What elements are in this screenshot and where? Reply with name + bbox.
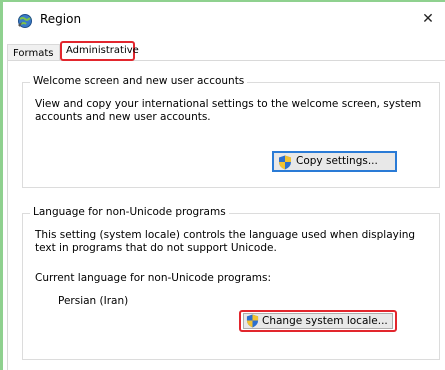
title-bar: Region ✕ [3,2,445,36]
tab-administrative[interactable]: Administrative [60,41,139,61]
copy-settings-button[interactable]: Copy settings... [272,151,397,172]
welcome-group-title: Welcome screen and new user accounts [30,75,248,87]
tab-formats[interactable]: Formats [7,44,60,61]
copy-settings-label: Copy settings... [296,155,378,167]
current-language-label: Current language for non-Unicode program… [35,272,272,284]
non-unicode-group-title: Language for non-Unicode programs [30,206,229,218]
change-system-locale-label: Change system locale... [262,315,388,327]
window-edge-left [0,0,3,370]
welcome-screen-group: Welcome screen and new user accounts Vie… [22,75,440,188]
change-locale-highlight: Change system locale... [239,310,397,332]
window-title: Region [40,12,82,26]
uac-shield-icon [279,155,291,170]
welcome-group-description: View and copy your international setting… [35,98,422,123]
uac-shield-icon [246,314,259,328]
change-system-locale-button[interactable]: Change system locale... [243,313,393,329]
non-unicode-group: Language for non-Unicode programs This s… [22,206,440,360]
region-globe-icon [18,14,32,28]
non-unicode-description: This setting (system locale) controls th… [35,229,416,254]
close-button[interactable]: ✕ [417,8,439,30]
current-language-value: Persian (Iran) [58,295,129,307]
